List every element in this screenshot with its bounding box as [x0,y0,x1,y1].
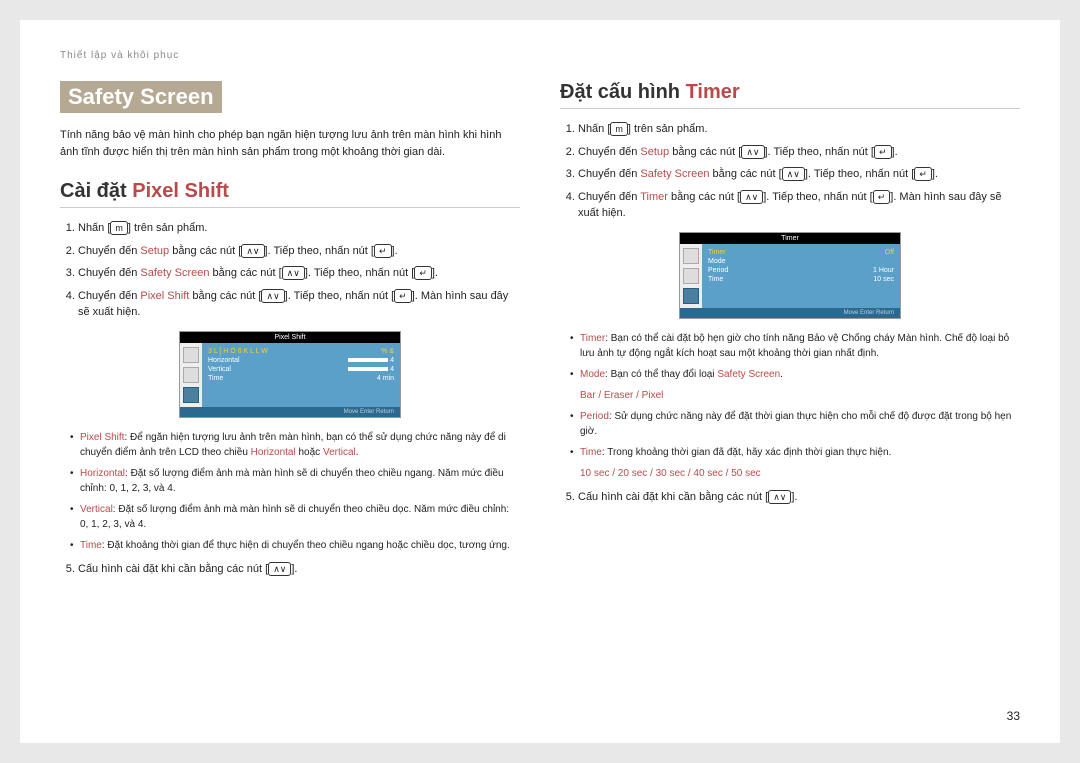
osd-main: TimerOff Mode Period1 Hour Time10 sec [702,244,900,308]
bullet: Time: Trong khoảng thời gian đã đặt, hãy… [570,445,1020,460]
breadcrumb: Thiết lập và khôi phục [60,50,1020,61]
osd-sidebar [680,244,702,308]
osd-sidebar [180,343,202,407]
step-4: Chuyển đến Timer bằng các nút [∧∨]. Tiếp… [578,189,1020,222]
updown-icon: ∧∨ [741,145,764,159]
osd-row: Period1 Hour [708,266,894,275]
osd-icon [183,347,199,363]
step-5: Cấu hình cài đặt khi cần bằng các nút [∧… [578,489,1020,506]
osd-main: 3 L [ H O 6 K L L W% & Horizontal 4 Vert… [202,343,400,407]
osd-title: Timer [680,233,900,244]
slider-icon [348,367,388,371]
osd-row: Time4 min [208,374,394,383]
slider-icon [348,358,388,362]
bullet: Mode: Bạn có thể thay đổi loại Safety Sc… [570,367,1020,382]
menu-icon: m [110,221,128,235]
updown-icon: ∧∨ [768,490,791,504]
gear-icon [683,288,699,304]
updown-icon: ∧∨ [782,167,805,181]
osd-row: Mode [708,257,894,266]
step-1: Nhấn [m] trên sản phẩm. [578,121,1020,138]
bullet: Period: Sử dụng chức năng này để đặt thờ… [570,409,1020,439]
bullet-sub: Bar / Eraser / Pixel [570,388,1020,403]
page: Thiết lập và khôi phục Safety Screen Tín… [20,20,1060,743]
osd-row: Horizontal 4 [208,356,394,365]
osd-title: Pixel Shift [180,332,400,343]
enter-icon: ↵ [414,266,432,280]
page-number: 33 [1007,709,1020,723]
right-column: Đặt cấu hình Timer Nhấn [m] trên sản phẩ… [560,81,1020,587]
steps-timer-cont: Cấu hình cài đặt khi cần bằng các nút [∧… [560,489,1020,506]
enter-icon: ↵ [374,244,392,258]
enter-icon: ↵ [914,167,932,181]
osd-footer: Move Enter Return [680,308,900,318]
osd-header-row: 3 L [ H O 6 K L L W% & [208,347,394,356]
updown-icon: ∧∨ [261,289,284,303]
enter-icon: ↵ [874,145,892,159]
section-banner: Safety Screen [60,81,222,113]
osd-timer: Timer TimerOff Mode Period1 Hour Time10 … [679,232,901,319]
columns: Safety Screen Tính năng bảo vệ màn hình … [60,81,1020,587]
menu-icon: m [610,122,628,136]
osd-row: TimerOff [708,248,894,257]
bullets-timer: Timer: Bạn có thể cài đặt bộ hẹn giờ cho… [560,331,1020,481]
osd-row: Vertical 4 [208,365,394,374]
step-2: Chuyển đến Setup bằng các nút [∧∨]. Tiếp… [78,243,520,260]
bullet: Timer: Bạn có thể cài đặt bộ hẹn giờ cho… [570,331,1020,361]
divider [560,108,1020,109]
bullet: Vertical: Đặt số lượng điểm ảnh mà màn h… [70,502,520,532]
left-column: Safety Screen Tính năng bảo vệ màn hình … [60,81,520,587]
intro-text: Tính năng bảo vệ màn hình cho phép bạn n… [60,127,520,160]
enter-icon: ↵ [394,289,412,303]
heading-timer: Đặt cấu hình Timer [560,81,1020,104]
divider [60,207,520,208]
step-3: Chuyển đến Safety Screen bằng các nút [∧… [78,265,520,282]
osd-footer: Move Enter Return [180,407,400,417]
osd-row: Time10 sec [708,275,894,284]
bullet: Pixel Shift: Để ngăn hiện tượng lưu ảnh … [70,430,520,460]
osd-icon [683,248,699,264]
step-5: Cấu hình cài đặt khi cần bằng các nút [∧… [78,561,520,578]
step-1: Nhấn [m] trên sản phẩm. [78,220,520,237]
bullet-sub: 10 sec / 20 sec / 30 sec / 40 sec / 50 s… [570,466,1020,481]
osd-icon [183,367,199,383]
updown-icon: ∧∨ [268,562,291,576]
heading-pixel-shift: Cài đặt Pixel Shift [60,180,520,203]
osd-pixel-shift: Pixel Shift 3 L [ H O 6 K L L W% & Horiz… [179,331,401,418]
step-4: Chuyển đến Pixel Shift bằng các nút [∧∨]… [78,288,520,321]
bullet: Time: Đặt khoảng thời gian để thực hiện … [70,538,520,553]
steps-timer: Nhấn [m] trên sản phẩm. Chuyển đến Setup… [560,121,1020,222]
bullets-pixel-shift: Pixel Shift: Để ngăn hiện tượng lưu ảnh … [60,430,520,553]
enter-icon: ↵ [873,190,891,204]
steps-pixel-shift: Nhấn [m] trên sản phẩm. Chuyển đến Setup… [60,220,520,321]
updown-icon: ∧∨ [241,244,264,258]
gear-icon [183,387,199,403]
updown-icon: ∧∨ [740,190,763,204]
step-2: Chuyển đến Setup bằng các nút [∧∨]. Tiếp… [578,144,1020,161]
bullet: Horizontal: Đặt số lượng điểm ảnh mà màn… [70,466,520,496]
osd-icon [683,268,699,284]
step-3: Chuyển đến Safety Screen bằng các nút [∧… [578,166,1020,183]
steps-pixel-shift-cont: Cấu hình cài đặt khi cần bằng các nút [∧… [60,561,520,578]
updown-icon: ∧∨ [282,266,305,280]
